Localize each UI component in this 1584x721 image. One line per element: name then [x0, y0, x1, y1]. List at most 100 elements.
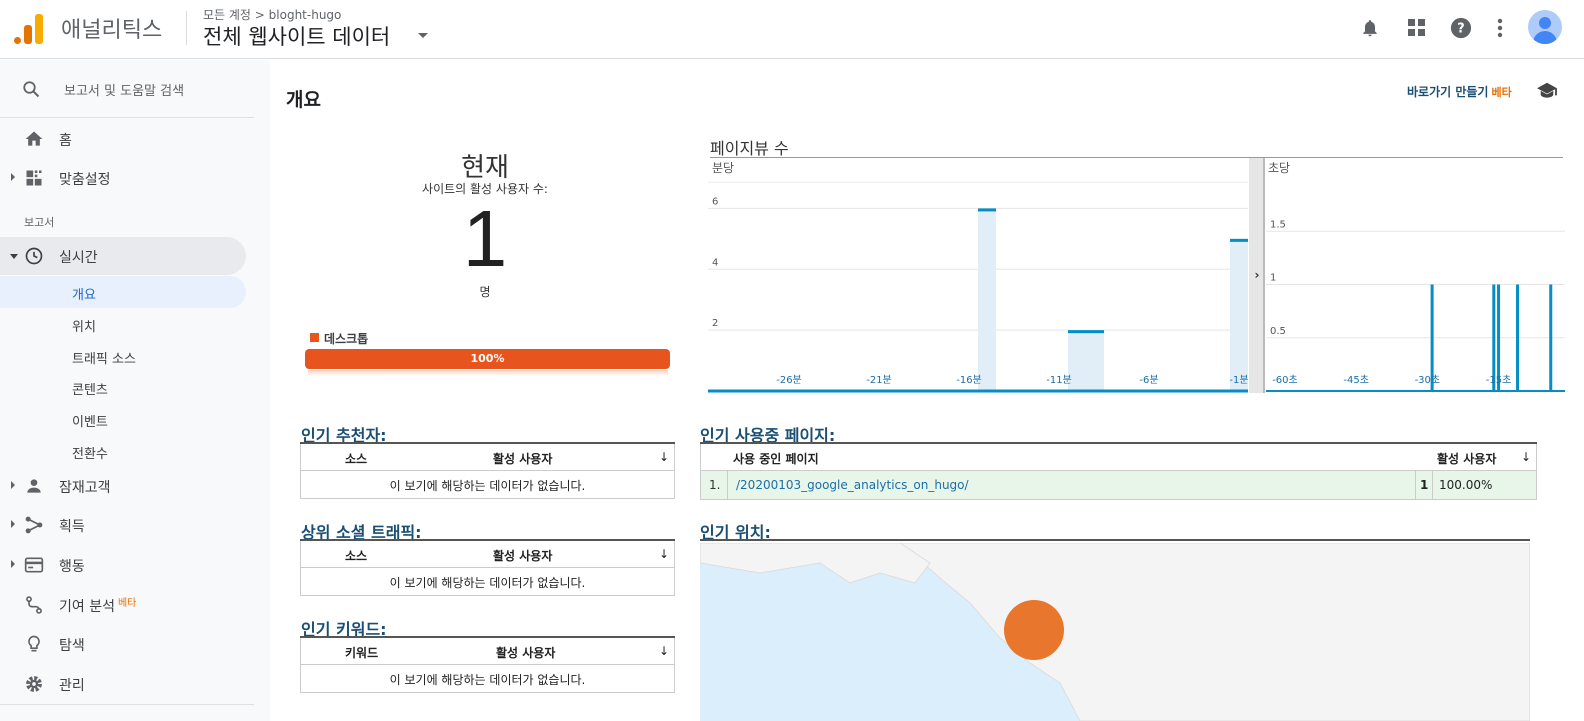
y-tick-label: 0.5	[1270, 326, 1286, 337]
sidebar-item-customize[interactable]: 맞춤설정	[0, 159, 254, 197]
minute-bar-cap	[1086, 330, 1104, 334]
expand-arrow-icon[interactable]	[11, 520, 15, 528]
minute-bar[interactable]	[978, 208, 996, 391]
home-icon	[25, 131, 43, 146]
desktop-legend-label: 데스크톱	[324, 332, 369, 346]
divider	[1415, 471, 1416, 499]
column-header-source[interactable]: 소스	[345, 547, 367, 564]
empty-message: 이 보기에 해당하는 데이터가 없습니다.	[389, 479, 586, 493]
expand-arrow-icon[interactable]	[11, 481, 15, 489]
graduation-cap-icon[interactable]	[1536, 81, 1558, 99]
sidebar-subitem-overview[interactable]: 개요	[0, 276, 246, 308]
sidebar-item-label: 행동	[59, 559, 85, 575]
notifications-bell-icon[interactable]	[1356, 14, 1384, 42]
divider	[0, 704, 254, 705]
sidebar-subitem-locations[interactable]: 위치	[0, 308, 246, 340]
row-users: 1	[1420, 478, 1429, 492]
table-header: 소스 활성 사용자 ↓	[301, 444, 674, 471]
sidebar-item-admin[interactable]: 관리	[0, 665, 254, 703]
locations-map[interactable]	[700, 543, 1530, 721]
sidebar-subitem-content[interactable]: 콘텐츠	[0, 371, 246, 403]
sidebar-item-audience[interactable]: 잠재고객	[0, 467, 254, 505]
page-title: 개요	[286, 89, 321, 111]
column-header-active-users[interactable]: 활성 사용자	[493, 450, 552, 467]
sidebar-item-label: 획득	[59, 519, 85, 535]
sidebar-item-label: 맞춤설정	[59, 172, 111, 188]
table-row[interactable]: 1. /20200103_google_analytics_on_hugo/ 1…	[701, 471, 1536, 499]
search-input[interactable]: 보고서 및 도움말 검색	[64, 80, 184, 99]
second-bar[interactable]	[1516, 284, 1520, 392]
attribution-icon	[26, 596, 42, 614]
apps-grid-icon[interactable]	[1403, 14, 1431, 42]
y-tick-label: 6	[712, 196, 718, 207]
beta-badge: 베타	[1491, 86, 1512, 99]
subitem-label: 전환수	[72, 447, 108, 462]
person-icon	[27, 479, 41, 493]
table-header: 키워드 활성 사용자 ↓	[301, 638, 674, 665]
sidebar-search[interactable]: 보고서 및 도움말 검색	[0, 60, 254, 118]
view-selector[interactable]: 전체 웹사이트 데이터	[203, 21, 390, 51]
chevron-down-icon[interactable]	[418, 33, 428, 38]
minute-bar[interactable]	[1086, 330, 1104, 391]
second-bar[interactable]	[1549, 284, 1553, 392]
minute-bar-cap	[1068, 330, 1086, 334]
sidebar: 보고서 및 도움말 검색 홈 맞춤설정 보고서 실시간 개요 위치 트래픽 소스…	[0, 60, 270, 721]
x-tick-label: -30초	[1415, 374, 1441, 386]
chevron-right-icon[interactable]: ›	[1255, 268, 1260, 282]
divider	[1432, 471, 1433, 499]
column-header-active-users[interactable]: 활성 사용자	[1437, 450, 1496, 467]
pageviews-chart: 분당 초당 2 4 6 -26분 -21분 -16분 -11분 -6분 -1분 0.5 1 1.5 -…	[708, 158, 1565, 393]
svg-text:?: ?	[1457, 22, 1464, 37]
map-graphic	[700, 543, 1530, 721]
sidebar-item-attribution[interactable]: 기여 분석 베타	[0, 586, 254, 624]
active-users-unit: 명	[479, 285, 491, 299]
x-tick-label: -16분	[956, 374, 982, 386]
minute-bar-cap	[1230, 238, 1248, 242]
sidebar-subitem-conversions[interactable]: 전환수	[0, 435, 246, 467]
x-tick-label: -26분	[776, 374, 802, 386]
expand-arrow-icon[interactable]	[11, 173, 15, 181]
x-tick-label: -45초	[1343, 374, 1369, 386]
page-link[interactable]: /20200103_google_analytics_on_hugo/	[736, 478, 969, 492]
sort-down-icon[interactable]: ↓	[659, 450, 669, 464]
column-header-active-users[interactable]: 활성 사용자	[493, 547, 552, 564]
divider	[727, 471, 728, 499]
gear-icon	[26, 676, 42, 692]
sidebar-item-home[interactable]: 홈	[0, 120, 254, 158]
location-marker[interactable]	[1004, 600, 1064, 660]
minute-bar[interactable]	[1230, 238, 1248, 391]
x-tick-label: -1분	[1229, 374, 1248, 386]
subitem-label: 트래픽 소스	[72, 352, 136, 367]
expand-arrow-icon[interactable]	[11, 560, 15, 568]
sidebar-item-label: 잠재고객	[59, 480, 111, 496]
collapse-arrow-icon[interactable]	[10, 254, 18, 259]
more-vert-icon[interactable]	[1486, 14, 1514, 42]
sort-down-icon[interactable]: ↓	[1521, 450, 1531, 464]
sidebar-item-realtime[interactable]: 실시간	[0, 237, 246, 275]
sidebar-subitem-traffic-sources[interactable]: 트래픽 소스	[0, 340, 246, 372]
create-shortcut-link[interactable]: 바로가기 만들기 베타	[1407, 83, 1512, 100]
subitem-label: 콘텐츠	[72, 383, 108, 398]
column-header-source[interactable]: 소스	[345, 450, 367, 467]
chart-splitter-edge	[1263, 158, 1265, 393]
main-content: 개요 바로가기 만들기 베타 현재 사이트의 활성 사용자 수: 1 명 데스크톱…	[270, 75, 1584, 721]
row-rank: 1.	[709, 478, 721, 492]
per-second-label: 초당	[1268, 161, 1290, 175]
account-avatar[interactable]	[1528, 10, 1562, 44]
analytics-logo-icon[interactable]	[14, 12, 44, 44]
sort-down-icon[interactable]: ↓	[659, 547, 669, 561]
column-header-active-users[interactable]: 활성 사용자	[496, 644, 555, 661]
subitem-label: 이벤트	[72, 415, 108, 430]
column-header-page[interactable]: 사용 중인 페이지	[733, 450, 819, 467]
help-icon[interactable]: ?	[1447, 14, 1475, 42]
x-tick-label: -15초	[1486, 374, 1512, 386]
sidebar-item-discover[interactable]: 탐색	[0, 625, 254, 663]
sidebar-item-acquisition[interactable]: 획득	[0, 506, 254, 544]
y-tick-label: 1	[1270, 273, 1276, 284]
sidebar-subitem-events[interactable]: 이벤트	[0, 403, 246, 435]
sidebar-item-label: 관리	[59, 678, 85, 694]
sort-down-icon[interactable]: ↓	[659, 644, 669, 658]
sidebar-item-behavior[interactable]: 행동	[0, 546, 254, 584]
app-name[interactable]: 애널리틱스	[61, 12, 162, 44]
column-header-keyword[interactable]: 키워드	[345, 644, 378, 661]
